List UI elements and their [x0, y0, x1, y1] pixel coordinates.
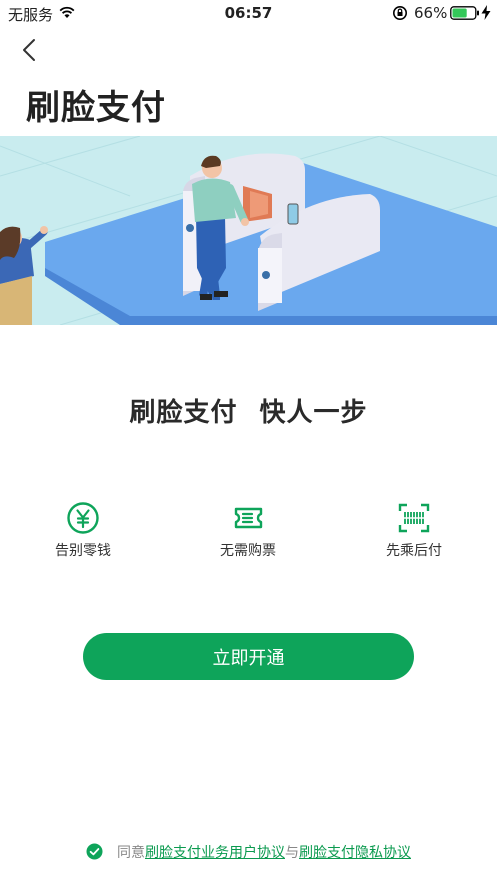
- agree-checkbox[interactable]: [86, 843, 103, 860]
- agreement-line: 同意刷脸支付业务用户协议与刷脸支付隐私协议: [0, 842, 497, 862]
- feature-label: 告别零钱: [55, 543, 111, 559]
- status-bar: 无服务 06:57 66%: [0, 0, 497, 26]
- user-agreement-link[interactable]: 刷脸支付业务用户协议: [145, 845, 285, 861]
- barcode-scan-icon: [398, 503, 430, 533]
- page-title: 刷脸支付: [26, 88, 166, 128]
- activate-button[interactable]: 立即开通: [83, 633, 414, 680]
- feature-list: 告别零钱 无需购票 先乘后付: [0, 500, 497, 570]
- feature-ride-first: 先乘后付: [354, 500, 474, 560]
- yuan-coin-icon: [67, 502, 99, 534]
- orientation-lock-icon: [393, 6, 407, 20]
- agreement-connector: 与: [285, 845, 299, 861]
- battery-icon: [450, 6, 479, 20]
- battery-percent: 66%: [414, 4, 448, 22]
- slogan-part-1: 刷脸支付: [129, 398, 238, 428]
- slogan: 刷脸支付 快人一步: [0, 392, 497, 429]
- slogan-part-2: 快人一步: [259, 398, 368, 428]
- ticket-icon: [234, 507, 263, 529]
- feature-label: 先乘后付: [386, 543, 442, 559]
- privacy-agreement-link[interactable]: 刷脸支付隐私协议: [299, 845, 411, 861]
- feature-label: 无需购票: [220, 543, 276, 559]
- feature-no-ticket: 无需购票: [188, 500, 308, 560]
- chevron-left-icon: [23, 39, 35, 61]
- back-button[interactable]: [16, 36, 44, 64]
- agreement-prefix: 同意: [117, 845, 145, 861]
- feature-no-change: 告别零钱: [23, 500, 143, 560]
- charging-icon: [481, 5, 491, 20]
- hero-illustration: [0, 136, 497, 325]
